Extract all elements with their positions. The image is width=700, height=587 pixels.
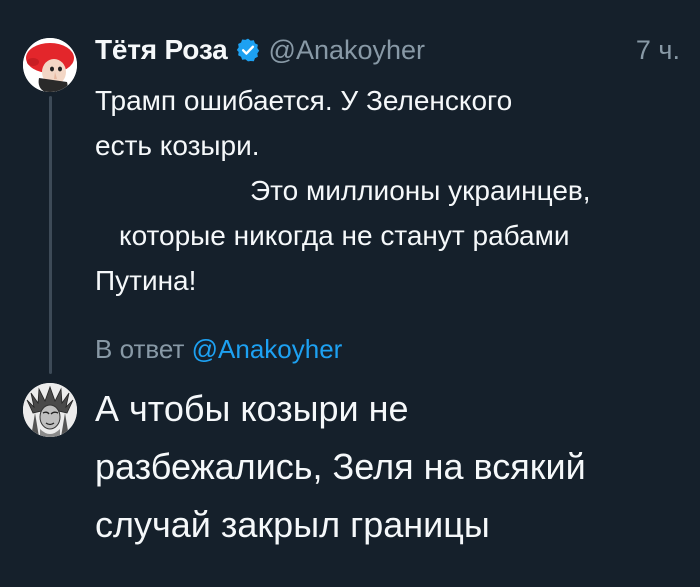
reply-to-context: В ответ @Anakoyher: [95, 334, 342, 365]
tweet-text-line: Трамп ошибается. У Зеленского: [95, 85, 513, 116]
reply-avatar[interactable]: [23, 383, 77, 437]
tweet-timestamp[interactable]: 7 ч.: [636, 30, 680, 70]
author-display-name[interactable]: Тётя Роза: [95, 34, 228, 66]
thread-connector-line: [49, 96, 52, 374]
reply-to-label: В ответ: [95, 334, 185, 364]
tweet-body: Трамп ошибается. У Зеленского есть козыр…: [95, 78, 675, 303]
native-headdress-avatar-icon: [23, 383, 77, 437]
tweet-text-line: есть козыри.: [95, 130, 260, 161]
author-avatar[interactable]: [23, 38, 77, 92]
reply-text-line: случай закрыл границы: [95, 504, 490, 545]
tweet-text-line: которые никогда не станут рабами: [119, 220, 570, 251]
reply-text-line: А чтобы козыри не: [95, 388, 409, 429]
author-handle[interactable]: @Anakoyher: [269, 35, 426, 66]
tweet-text-line: Это миллионы украинцев,: [250, 175, 591, 206]
reply-text[interactable]: А чтобы козыри не разбежались, Зеля на в…: [95, 380, 685, 554]
woman-red-hat-avatar-icon: [23, 38, 77, 92]
verified-badge-icon: [235, 37, 261, 63]
reply-to-mention-link[interactable]: @Anakoyher: [192, 334, 343, 364]
reply-text-line: разбежались, Зеля на всякий: [95, 446, 586, 487]
tweet-header: Тётя Роза @Anakoyher: [95, 30, 425, 70]
tweet-text-line: Путина!: [95, 265, 197, 296]
